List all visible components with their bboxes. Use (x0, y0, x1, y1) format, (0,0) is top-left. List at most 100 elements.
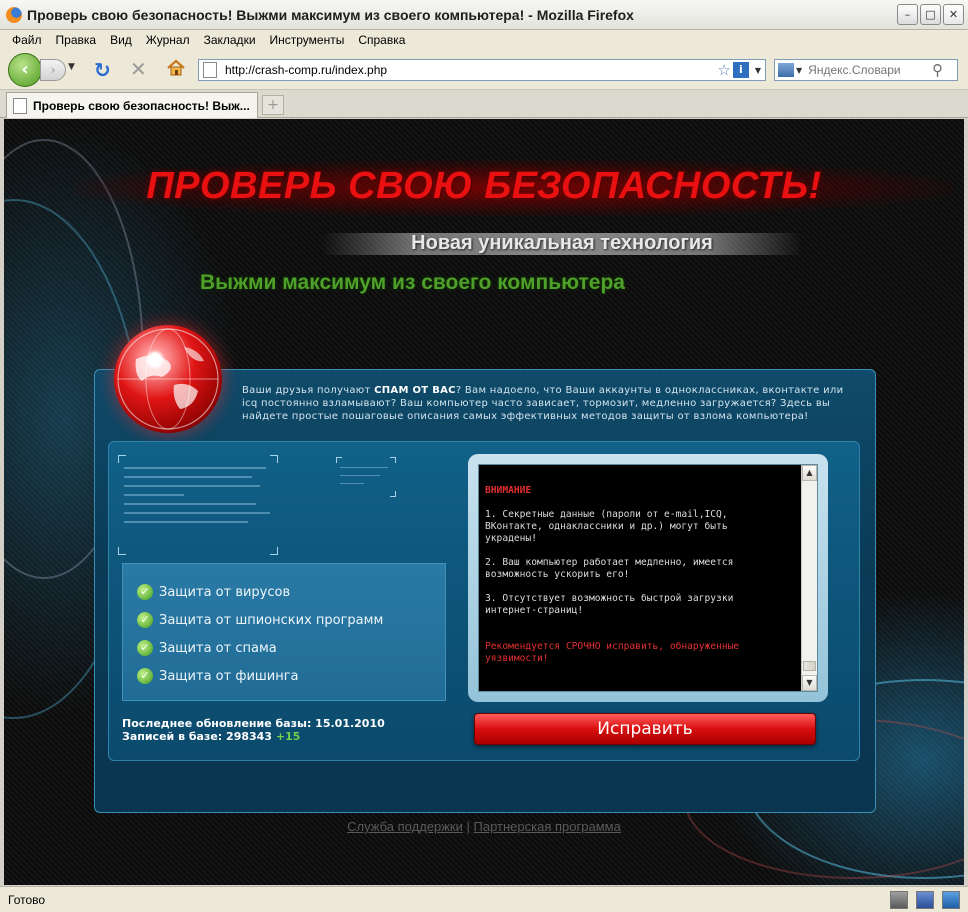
protection-label: Защита от спама (159, 640, 277, 656)
db-records: Записей в базе: 298343 +15 (122, 730, 300, 743)
menu-tools[interactable]: Инструменты (264, 33, 351, 47)
protection-item: ✓ Защита от спама (137, 634, 445, 662)
protection-item: ✓ Защита от вирусов (137, 578, 445, 606)
scan-line (340, 483, 364, 484)
protection-label: Защита от шпионских программ (159, 612, 384, 628)
warning-monitor: ВНИМАНИЕ 1. Секретные данные (пароли от … (468, 454, 828, 702)
protection-label: Защита от фишинга (159, 668, 299, 684)
extension-icon[interactable] (942, 891, 960, 909)
page-content: ПРОВЕРЬ СВОЮ БЕЗОПАСНОСТЬ! Новая уникаль… (4, 119, 964, 885)
intro-text-emphasis: СПАМ ОТ ВАС (374, 385, 456, 396)
corner-bracket (270, 455, 278, 463)
menu-bookmarks[interactable]: Закладки (198, 33, 262, 47)
search-engine-dropdown-icon[interactable]: ▼ (796, 66, 802, 75)
window-titlebar: Проверь свою безопасность! Выжми максиму… (0, 0, 968, 30)
address-bar[interactable]: http://crash-comp.ru/index.php ☆ i ▼ (198, 59, 766, 81)
filmstrip-icon[interactable] (890, 891, 908, 909)
tab-active[interactable]: Проверь свою безопасность! Выж... (6, 92, 258, 118)
scan-text-lines (124, 467, 274, 530)
forward-button[interactable]: › (40, 59, 66, 81)
corner-bracket (336, 457, 342, 463)
url-input[interactable]: http://crash-comp.ru/index.php (225, 63, 717, 77)
protection-item: ✓ Защита от шпионских программ (137, 606, 445, 634)
scroll-thumb[interactable] (803, 661, 816, 671)
intro-text-start: Ваши друзья получают (242, 385, 375, 396)
scan-line (124, 521, 248, 523)
footer-links: Служба поддержки | Партнерская программа (4, 819, 964, 834)
page-tagline: Выжми максимум из своего компьютера (200, 271, 625, 294)
maximize-button[interactable]: □ (920, 4, 941, 25)
menu-help[interactable]: Справка (352, 33, 411, 47)
check-shield-icon: ✓ (137, 584, 153, 600)
protection-item: ✓ Защита от фишинга (137, 662, 445, 690)
scan-line (340, 475, 380, 476)
scan-area (118, 455, 278, 555)
scan-text-lines (340, 467, 390, 491)
history-dropdown-icon[interactable]: ▼ (68, 62, 75, 72)
window-controls: – □ ✕ (897, 4, 964, 25)
tab-label: Проверь свою безопасность! Выж... (33, 98, 250, 113)
warning-screen: ВНИМАНИЕ 1. Секретные данные (пароли от … (478, 464, 818, 692)
warning-item: 3. Отсутствует возможность быстрой загру… (485, 593, 734, 616)
protection-list: ✓ Защита от вирусов ✓ Защита от шпионски… (122, 563, 446, 701)
scan-line (340, 467, 388, 468)
search-engine-icon[interactable] (778, 63, 794, 77)
protection-label: Защита от вирусов (159, 584, 291, 600)
check-shield-icon: ✓ (137, 612, 153, 628)
home-icon[interactable] (166, 58, 186, 78)
tab-bar: Проверь свою безопасность! Выж... + (0, 90, 968, 118)
warning-recommendation: Рекомендуется СРОЧНО исправить, обнаруже… (485, 641, 740, 664)
info-icon[interactable]: i (732, 62, 749, 78)
search-input[interactable] (808, 63, 931, 77)
search-bar[interactable]: ▼ ⚲ (774, 59, 958, 81)
search-icon[interactable]: ⚲ (932, 61, 943, 79)
corner-bracket (390, 491, 396, 497)
support-link[interactable]: Служба поддержки (347, 819, 463, 834)
warning-text: ВНИМАНИЕ 1. Секретные данные (пароли от … (485, 485, 785, 677)
check-shield-icon: ✓ (137, 640, 153, 656)
scan-line (124, 512, 270, 514)
stop-icon[interactable]: ✕ (130, 58, 147, 80)
firefox-logo-icon (6, 6, 22, 23)
scan-line (124, 494, 184, 496)
menu-view[interactable]: Вид (104, 33, 138, 47)
window-title: Проверь свою безопасность! Выжми максиму… (27, 6, 634, 23)
new-tab-button[interactable]: + (262, 95, 284, 115)
arrow-right-icon: › (50, 63, 56, 77)
close-button[interactable]: ✕ (943, 4, 964, 25)
footer-separator: | (466, 819, 470, 834)
corner-bracket (118, 455, 126, 463)
corner-bracket (390, 457, 396, 463)
reload-icon[interactable]: ↻ (94, 59, 111, 81)
page-icon (13, 97, 27, 114)
menu-history[interactable]: Журнал (140, 33, 196, 47)
scan-line (124, 485, 260, 487)
navigation-toolbar: ‹ › ▼ ↻ ✕ http://crash-comp.ru/index.php… (0, 50, 968, 90)
db-records-label: Записей в базе: 298343 (122, 730, 272, 743)
scan-line (124, 476, 252, 478)
pvd-icon[interactable] (916, 891, 934, 909)
partner-program-link[interactable]: Партнерская программа (474, 819, 621, 834)
warning-scrollbar[interactable]: ▲ ▼ (801, 465, 817, 691)
scan-line (124, 467, 266, 469)
status-text: Готово (8, 892, 46, 907)
status-icons (890, 891, 960, 909)
db-last-update: Последнее обновление базы: 15.01.2010 (122, 717, 385, 730)
check-shield-icon: ✓ (137, 668, 153, 684)
fix-button[interactable]: Исправить (474, 713, 816, 745)
back-button[interactable]: ‹ (8, 53, 42, 87)
page-icon (203, 62, 217, 78)
globe-icon (114, 325, 222, 433)
menu-edit[interactable]: Правка (50, 33, 103, 47)
scroll-down-icon[interactable]: ▼ (802, 675, 817, 691)
globe-grid (117, 328, 219, 430)
menu-file[interactable]: Файл (6, 33, 48, 47)
minimize-button[interactable]: – (897, 4, 918, 25)
bookmark-star-icon[interactable]: ☆ (717, 61, 730, 79)
status-bar: Готово (0, 886, 968, 912)
scan-area-small (336, 457, 396, 497)
warning-title: ВНИМАНИЕ (485, 485, 532, 496)
url-dropdown-icon[interactable]: ▼ (755, 66, 761, 75)
page-subheadline: Новая уникальная технология (411, 232, 713, 254)
scroll-up-icon[interactable]: ▲ (802, 465, 817, 481)
